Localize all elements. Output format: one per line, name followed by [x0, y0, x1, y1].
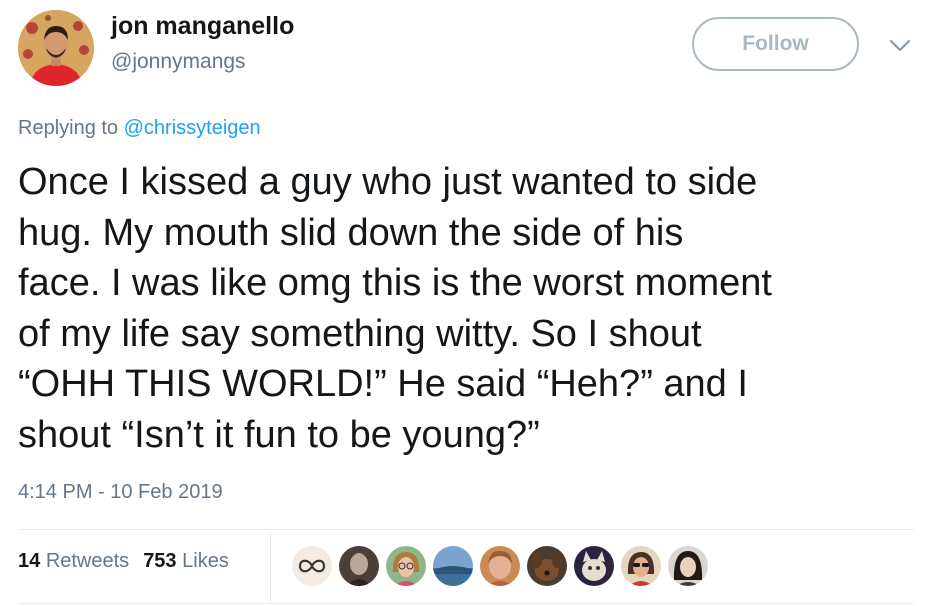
- tweet-timestamp[interactable]: 4:14 PM - 10 Feb 2019: [18, 481, 223, 504]
- divider-bottom: [18, 603, 914, 604]
- dog-avatar[interactable]: [526, 545, 568, 587]
- replying-to: Replying to @chrissyteigen: [18, 117, 261, 140]
- chevron-down-icon[interactable]: [888, 36, 912, 56]
- older-woman-avatar[interactable]: [479, 545, 521, 587]
- woman-dark-hair-avatar[interactable]: [667, 545, 709, 587]
- tweet-card: jon manganello @jonnymangs Follow Replyi…: [0, 0, 944, 606]
- tweet-text-line: Once I kissed a guy who just wanted to s…: [18, 161, 758, 203]
- tweet-text-line: face. I was like omg this is the worst m…: [18, 262, 772, 304]
- likes-stat[interactable]: 753 Likes: [143, 550, 229, 573]
- tweet-text-line: shout “Isn’t it fun to be young?”: [18, 413, 540, 456]
- cat-avatar[interactable]: [573, 545, 615, 587]
- infinity-logo-avatar[interactable]: [291, 545, 333, 587]
- woman-sunglasses-avatar[interactable]: [620, 545, 662, 587]
- retweets-stat[interactable]: 14 Retweets: [18, 550, 129, 573]
- author-name[interactable]: jon manganello: [111, 12, 294, 41]
- landscape-avatar[interactable]: [432, 545, 474, 587]
- reply-mention-link[interactable]: @chrissyteigen: [124, 117, 261, 139]
- replying-to-label: Replying to: [18, 117, 119, 139]
- tweet-text: Once I kissed a guy who just wanted to s…: [18, 157, 928, 460]
- stats-separator: [270, 531, 271, 603]
- tweet-text-line: hug. My mouth slid down the side of his: [18, 211, 684, 254]
- author-avatar[interactable]: [18, 10, 94, 86]
- tweet-text-line: of my life say something witty. So I sho…: [18, 312, 702, 355]
- retweets-label: Retweets: [45, 550, 130, 572]
- woman-glasses-avatar[interactable]: [385, 545, 427, 587]
- likes-count: 753: [143, 550, 177, 572]
- likes-label: Likes: [182, 550, 229, 572]
- retweets-count: 14: [18, 550, 41, 572]
- follow-button[interactable]: Follow: [692, 17, 859, 71]
- author-handle[interactable]: @jonnymangs: [111, 50, 246, 74]
- vintage-photo-avatar[interactable]: [338, 545, 380, 587]
- tweet-stats: 14 Retweets 753 Likes: [18, 550, 229, 573]
- divider-top: [18, 529, 914, 530]
- tweet-text-line: “OHH THIS WORLD!” He said “Heh?” and I: [18, 363, 748, 405]
